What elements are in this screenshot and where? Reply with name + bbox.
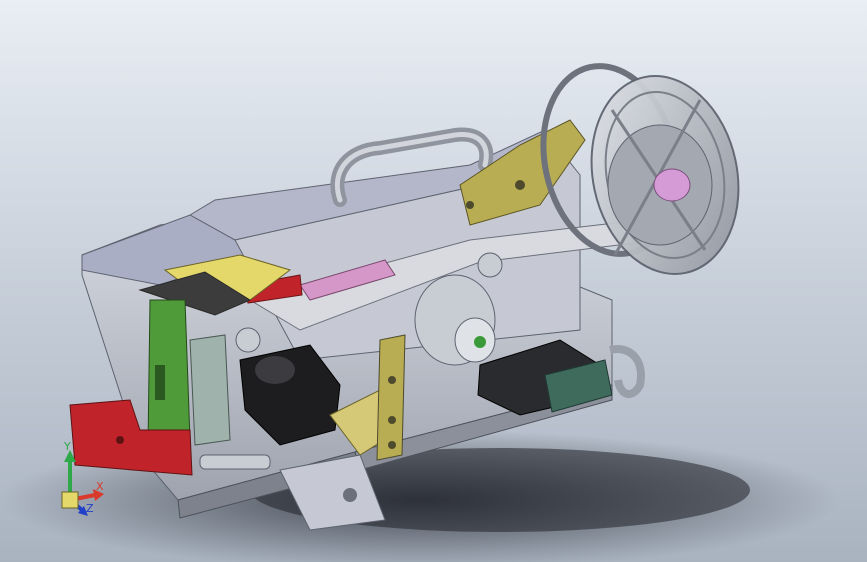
triad-x-label: X <box>96 480 104 493</box>
cad-model-view[interactable]: Y X Z <box>0 0 867 562</box>
3d-viewport[interactable]: Y X Z <box>0 0 867 562</box>
peel-block <box>189 334 231 446</box>
idle-roller <box>235 327 261 353</box>
reel-hub <box>653 168 691 202</box>
rear-foot <box>609 345 645 398</box>
triad-z-label: Z <box>86 502 94 515</box>
green-side-plate <box>147 299 191 446</box>
air-fitting <box>199 454 271 470</box>
triad-y-label: Y <box>63 440 71 453</box>
